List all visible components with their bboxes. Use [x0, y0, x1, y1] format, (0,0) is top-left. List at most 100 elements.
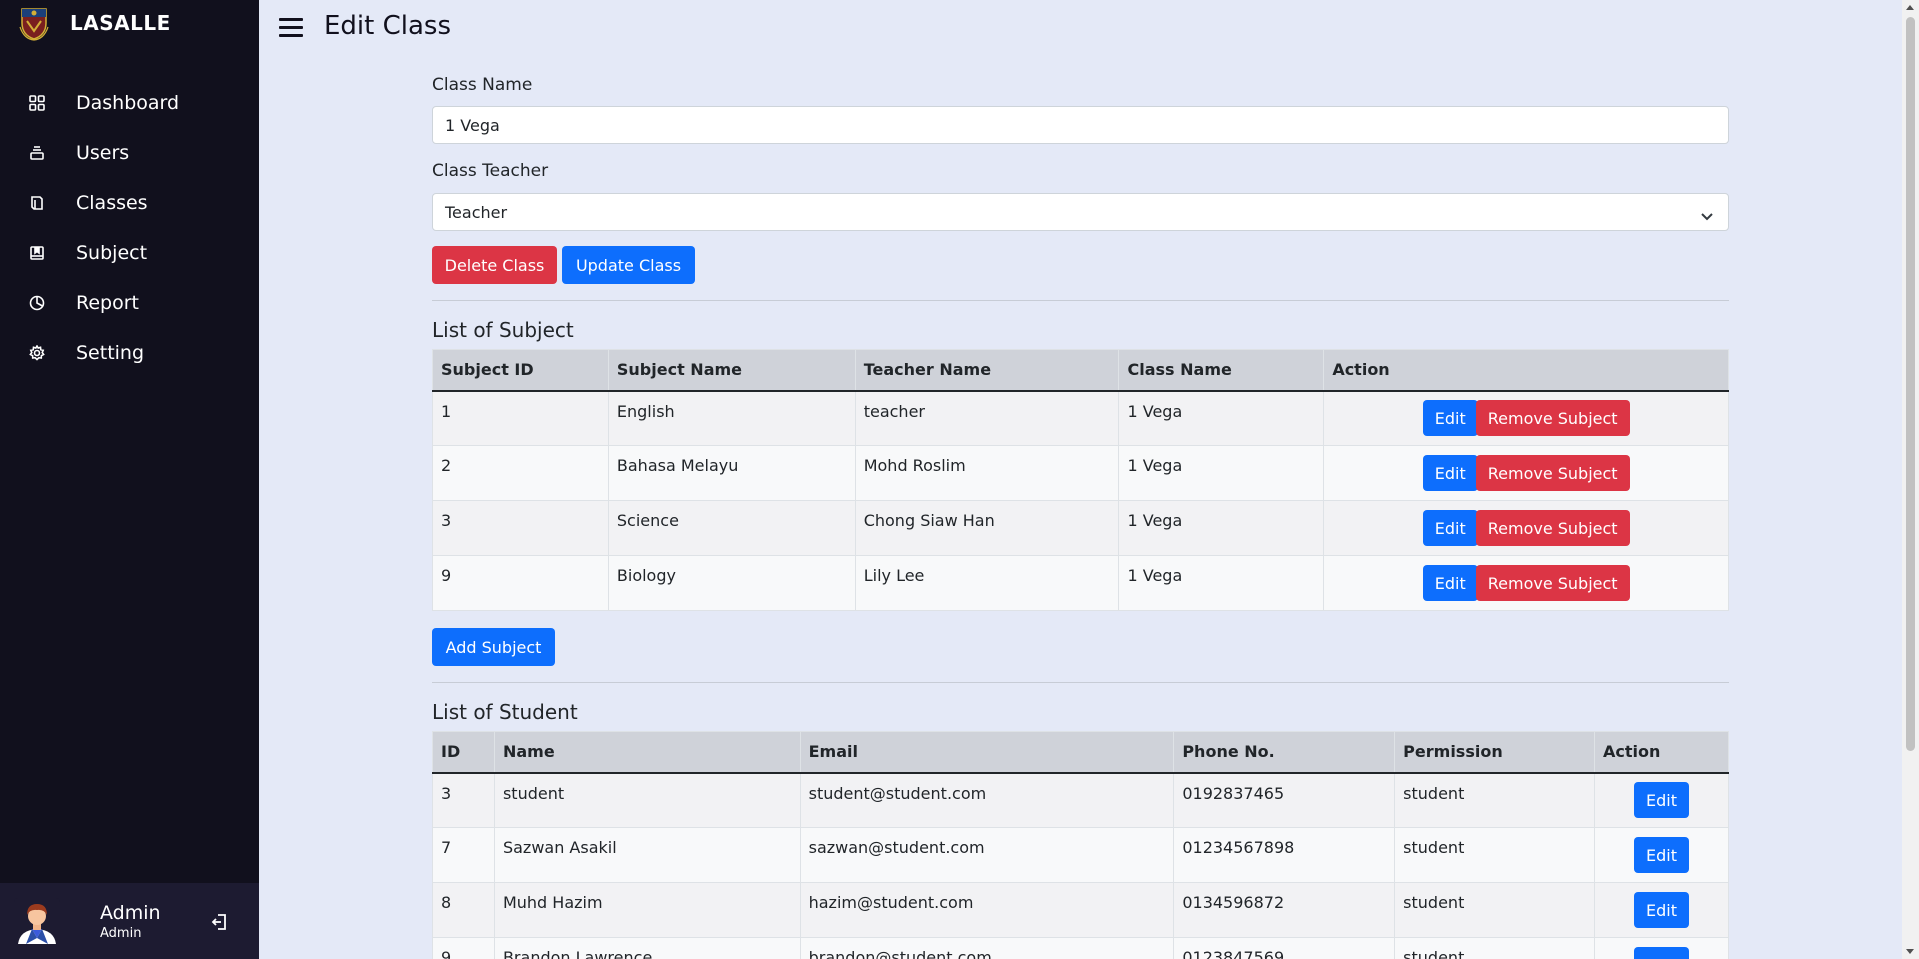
column-header: Subject Name [607, 349, 856, 392]
table-row: 9 Biology Lily Lee 1 Vega Edit Remove Sub… [432, 555, 1729, 611]
table-row: 3 Science Chong Siaw Han 1 Vega Edit Remo… [432, 500, 1729, 556]
remove-subject-button[interactable]: Remove Subject [1475, 510, 1630, 546]
sidebar-item-label: Report [76, 292, 139, 314]
class-name-input[interactable] [432, 106, 1729, 144]
delete-class-button[interactable]: Delete Class [432, 246, 557, 284]
student-phone-cell: 0134596872 [1173, 882, 1396, 938]
scroll-up-arrow-icon[interactable] [1906, 5, 1914, 10]
hamburger-menu-icon[interactable] [279, 18, 303, 38]
class-teacher-select[interactable]: Teacher [432, 193, 1729, 231]
class-name-cell: 1 Vega [1118, 500, 1325, 556]
page-scrollbar[interactable] [1902, 0, 1919, 959]
student-phone-cell: 0192837465 [1173, 772, 1396, 828]
subject-id-cell: 9 [432, 555, 609, 611]
sidebar-item-setting[interactable]: Setting [0, 328, 259, 378]
class-name-cell: 1 Vega [1118, 390, 1325, 446]
table-row: 9 Brandon Lawrence brandon@student.com 0… [432, 937, 1729, 959]
student-id-cell: 7 [432, 827, 495, 883]
table-header-row: Subject ID Subject Name Teacher Name Cla… [432, 349, 1729, 392]
edit-subject-button[interactable]: Edit [1422, 510, 1478, 546]
student-id-cell: 8 [432, 882, 495, 938]
sidebar-item-subject[interactable]: Subject [0, 228, 259, 278]
student-permission-cell: student [1394, 772, 1596, 828]
divider [432, 300, 1729, 301]
class-teacher-label: Class Teacher [432, 161, 549, 181]
table-row: 2 Bahasa Melayu Mohd Roslim 1 Vega Edit R… [432, 445, 1729, 501]
sidebar-item-users[interactable]: Users [0, 128, 259, 178]
action-cell: Edit [1594, 772, 1729, 828]
student-name-cell: student [493, 772, 801, 828]
update-class-button[interactable]: Update Class [562, 246, 695, 284]
student-email-cell: student@student.com [799, 772, 1175, 828]
sidebar-item-report[interactable]: Report [0, 278, 259, 328]
column-header: Phone No. [1173, 731, 1396, 774]
sidebar-item-label: Subject [76, 242, 148, 264]
sidebar-item-label: Classes [76, 192, 148, 214]
profile-name: Admin [100, 901, 161, 924]
action-cell: Edit [1594, 827, 1729, 883]
sidebar-item-label: Setting [76, 342, 145, 364]
remove-subject-button[interactable]: Remove Subject [1475, 455, 1630, 491]
table-row: 8 Muhd Hazim hazim@student.com 013459687… [432, 882, 1729, 938]
student-email-cell: brandon@student.com [799, 937, 1175, 959]
student-id-cell: 9 [432, 937, 495, 959]
remove-subject-button[interactable]: Remove Subject [1475, 400, 1630, 437]
book-icon [28, 194, 46, 212]
class-name-cell: 1 Vega [1118, 445, 1325, 501]
teacher-name-cell: Chong Siaw Han [854, 500, 1120, 556]
subject-name-cell: Bahasa Melayu [607, 445, 856, 501]
class-teacher-selected: Teacher [445, 202, 508, 222]
student-id-cell: 3 [432, 772, 495, 828]
sidebar-item-classes[interactable]: Classes [0, 178, 259, 228]
edit-student-button[interactable]: Edit [1634, 837, 1689, 873]
bookmark-book-icon [28, 244, 46, 262]
column-header: Name [493, 731, 801, 774]
student-name-cell: Sazwan Asakil [493, 827, 801, 883]
student-phone-cell: 01234567898 [1173, 827, 1396, 883]
logout-icon[interactable] [210, 912, 230, 932]
subject-name-cell: Biology [607, 555, 856, 611]
table-row: 3 student student@student.com 0192837465… [432, 772, 1729, 828]
edit-subject-button[interactable]: Edit [1422, 565, 1478, 601]
scroll-down-arrow-icon[interactable] [1906, 949, 1914, 954]
edit-student-button[interactable]: Edit [1634, 947, 1689, 959]
gear-icon [28, 344, 46, 362]
grid-icon [28, 94, 46, 112]
edit-student-button[interactable]: Edit [1634, 782, 1689, 819]
edit-student-button[interactable]: Edit [1634, 892, 1689, 928]
column-header: Class Name [1118, 349, 1325, 392]
subject-id-cell: 1 [432, 390, 609, 446]
student-table: ID Name Email Phone No. Permission Actio… [432, 731, 1729, 959]
brand-name: LASALLE [70, 11, 171, 35]
student-name-cell: Brandon Lawrence [493, 937, 801, 959]
remove-subject-button[interactable]: Remove Subject [1475, 565, 1630, 601]
edit-subject-button[interactable]: Edit [1422, 455, 1478, 491]
avatar [14, 898, 60, 944]
pie-chart-icon [28, 294, 46, 312]
student-email-cell: hazim@student.com [799, 882, 1175, 938]
teacher-name-cell: Mohd Roslim [854, 445, 1120, 501]
subject-id-cell: 2 [432, 445, 609, 501]
sidebar-item-dashboard[interactable]: Dashboard [0, 78, 259, 128]
subject-name-cell: English [607, 390, 856, 446]
edit-subject-button[interactable]: Edit [1422, 400, 1478, 437]
scroll-thumb[interactable] [1906, 17, 1915, 751]
brand[interactable]: LASALLE [0, 0, 259, 46]
student-email-cell: sazwan@student.com [799, 827, 1175, 883]
sidebar: LASALLE Dashboard Users Classes Subject … [0, 0, 259, 959]
table-header-row: ID Name Email Phone No. Permission Actio… [432, 731, 1729, 774]
users-icon [28, 144, 46, 162]
add-subject-button[interactable]: Add Subject [432, 628, 555, 666]
school-crest-logo [18, 5, 50, 41]
subject-list-title: List of Subject [432, 318, 574, 342]
teacher-name-cell: teacher [854, 390, 1120, 446]
student-permission-cell: student [1394, 937, 1596, 959]
action-cell: Edit Remove Subject [1323, 500, 1729, 556]
page-title: Edit Class [324, 11, 452, 41]
chevron-down-icon [1700, 207, 1714, 226]
action-cell: Edit [1594, 882, 1729, 938]
column-header: Action [1323, 349, 1729, 392]
class-name-label: Class Name [432, 75, 533, 95]
sidebar-nav: Dashboard Users Classes Subject Report S… [0, 78, 259, 378]
column-header: Email [799, 731, 1175, 774]
